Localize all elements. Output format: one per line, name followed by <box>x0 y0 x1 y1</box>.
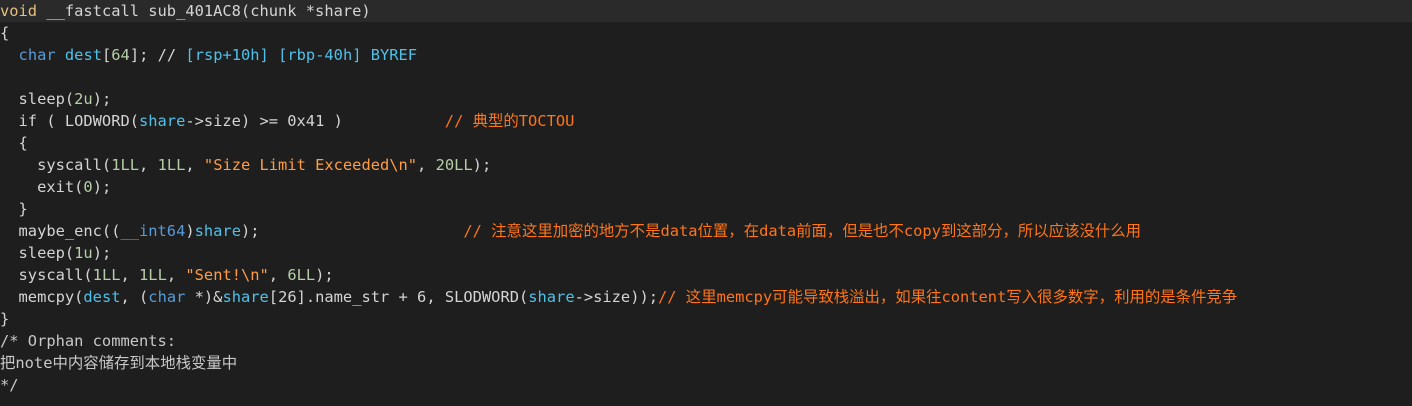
code-token: 把note中内容储存到本地栈变量中 <box>0 354 238 372</box>
code-token: maybe_enc(( <box>0 222 121 240</box>
code-token: exit( <box>0 178 84 196</box>
code-token: syscall( <box>0 266 93 284</box>
code-line[interactable]: if ( LODWORD(share->size) >= 0x41 ) // 典… <box>0 110 1412 132</box>
code-token: 2u <box>74 90 93 108</box>
code-token: */ <box>0 376 19 394</box>
code-token: // 典型的TOCTOU <box>444 112 575 130</box>
code-token: share <box>139 112 186 130</box>
code-token: [26].name_str + 6, SLODWORD( <box>268 288 529 306</box>
code-token: { <box>0 134 28 152</box>
code-token: char <box>18 46 56 64</box>
code-token: __fastcall sub_401AC8(chunk *share) <box>37 2 371 20</box>
code-token: void <box>0 2 38 20</box>
code-line[interactable]: { <box>0 22 1412 44</box>
code-token: { <box>0 24 10 42</box>
code-token: share <box>194 222 241 240</box>
code-token: sleep( <box>0 90 75 108</box>
code-token: ) <box>185 222 195 240</box>
code-token: 20LL <box>435 156 473 174</box>
code-editor[interactable]: void __fastcall sub_401AC8(chunk *share)… <box>0 0 1412 406</box>
code-token: } <box>0 200 28 218</box>
code-line[interactable]: */ <box>0 374 1412 396</box>
code-line[interactable]: } <box>0 198 1412 220</box>
code-token: dest <box>83 288 121 306</box>
code-token: char <box>148 288 186 306</box>
code-token: /* Orphan comments: <box>0 332 177 350</box>
code-token: 1LL <box>111 156 140 174</box>
code-line[interactable]: } <box>0 308 1412 330</box>
code-token: share <box>222 288 269 306</box>
code-token: , <box>139 156 158 174</box>
code-token: 0 <box>83 178 93 196</box>
code-token: "Sent!\n" <box>185 266 269 284</box>
code-token: } <box>0 310 10 328</box>
code-token: ->size)); <box>574 288 658 306</box>
code-token: 1u <box>74 244 93 262</box>
code-token: "Size Limit Exceeded\n" <box>203 156 418 174</box>
code-token: ); <box>315 266 334 284</box>
code-token: share <box>528 288 575 306</box>
code-token: dest <box>64 46 102 64</box>
code-token: // 注意这里加密的地方不是data位置，在data前面，但是也不copy到这部… <box>463 222 1142 240</box>
code-token: , ( <box>120 288 149 306</box>
code-line[interactable]: sleep(2u); <box>0 88 1412 110</box>
code-line[interactable]: memcpy(dest, (char *)&share[26].name_str… <box>0 286 1412 308</box>
code-token: [rsp+10h] [rbp-40h] BYREF <box>185 46 418 64</box>
code-token: *)& <box>185 288 223 306</box>
code-token: 1LL <box>92 266 121 284</box>
code-token: ); <box>472 156 492 174</box>
code-token: memcpy( <box>0 288 84 306</box>
code-token: 1LL <box>157 156 186 174</box>
code-line[interactable]: 把note中内容储存到本地栈变量中 <box>0 352 1412 374</box>
code-token: , <box>120 266 140 284</box>
code-line[interactable]: maybe_enc((__int64)share); // 注意这里加密的地方不… <box>0 220 1412 242</box>
code-token: 64 <box>111 46 130 64</box>
code-token: if ( LODWORD( <box>0 112 139 130</box>
code-line[interactable]: char dest[64]; // [rsp+10h] [rbp-40h] BY… <box>0 44 1412 66</box>
code-line[interactable]: void __fastcall sub_401AC8(chunk *share) <box>0 0 1412 22</box>
code-token: __int64 <box>120 222 186 240</box>
code-line[interactable]: exit(0); <box>0 176 1412 198</box>
code-token: ]; // <box>129 46 186 64</box>
code-line[interactable]: sleep(1u); <box>0 242 1412 264</box>
code-line[interactable]: syscall(1LL, 1LL, "Sent!\n", 6LL); <box>0 264 1412 286</box>
code-token: ); <box>92 90 112 108</box>
code-token: , <box>268 266 288 284</box>
code-line[interactable] <box>0 66 1412 88</box>
code-token: , <box>166 266 186 284</box>
code-token: [ <box>101 46 112 64</box>
code-token: ); <box>92 178 112 196</box>
code-token: , <box>417 156 436 174</box>
code-token: 1LL <box>139 266 167 284</box>
code-token: // 这里memcpy可能导致栈溢出，如果往content写入很多数字，利用的是… <box>658 288 1238 306</box>
code-token: ->size) >= 0x41 ) <box>185 112 445 130</box>
code-token: ); <box>92 244 112 262</box>
code-line[interactable]: syscall(1LL, 1LL, "Size Limit Exceeded\n… <box>0 154 1412 176</box>
code-token: 6LL <box>287 266 316 284</box>
code-token: syscall( <box>0 156 112 174</box>
code-line[interactable]: /* Orphan comments: <box>0 330 1412 352</box>
code-token: ); <box>240 222 464 240</box>
code-token: , <box>185 156 204 174</box>
code-token: sleep( <box>0 244 75 262</box>
code-line[interactable]: { <box>0 132 1412 154</box>
